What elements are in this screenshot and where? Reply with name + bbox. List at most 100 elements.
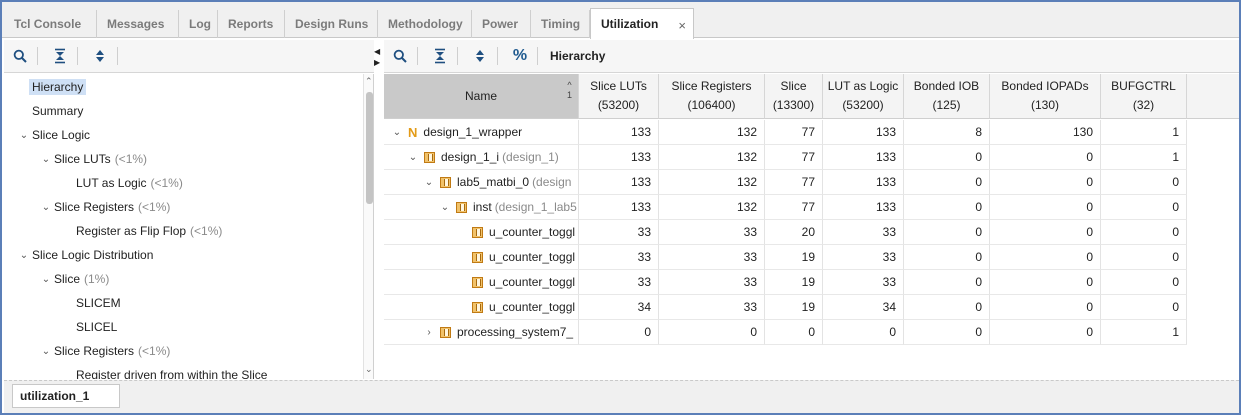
collapse-all-icon[interactable] — [429, 45, 451, 67]
view-label: Hierarchy — [550, 49, 606, 63]
cell-value: 77 — [765, 195, 823, 220]
cell-value: 77 — [765, 145, 823, 170]
instance-name: u_counter_toggl — [489, 275, 576, 289]
scroll-down-icon[interactable]: ⌄ — [365, 364, 373, 375]
tree-item-slicem[interactable]: SLICEM — [76, 292, 121, 314]
cell-name[interactable]: ⌄ lab5_matbi_0 (design — [384, 170, 579, 195]
tree-item-slice-luts[interactable]: ⌄ Slice LUTs (<1%) — [40, 148, 147, 170]
cell-value: 133 — [579, 170, 659, 195]
table-row[interactable]: u_counter_toggl 33 33 20 33 0 0 0 — [384, 220, 1187, 245]
chevron-down-icon[interactable]: ⌄ — [438, 202, 452, 213]
tree-item-slice-registers-2[interactable]: ⌄ Slice Registers (<1%) — [40, 340, 171, 362]
table-row[interactable]: ⌄ inst (design_1_lab5 133 132 77 133 0 0 0 — [384, 195, 1187, 220]
cell-value: 133 — [579, 120, 659, 145]
cell-name[interactable]: u_counter_toggl — [384, 245, 579, 270]
chevron-down-icon[interactable]: ⌄ — [390, 127, 404, 138]
cell-name[interactable]: u_counter_toggl — [384, 220, 579, 245]
chevron-down-icon[interactable]: ⌄ — [422, 177, 436, 188]
tree-item-percent: (<1%) — [138, 200, 171, 214]
tree-item-slicel[interactable]: SLICEL — [76, 316, 117, 338]
tree-item-register-as-flip-flop[interactable]: Register as Flip Flop (<1%) — [76, 220, 222, 242]
column-header-slice-luts[interactable]: Slice LUTs (53200) — [579, 74, 659, 119]
toolbar-divider — [117, 47, 118, 65]
tab-power[interactable]: Power — [472, 10, 531, 38]
tree-scrollbar[interactable]: ⌃ ⌄ — [363, 74, 373, 379]
cell-value: 0 — [904, 195, 990, 220]
tree-item-label: Slice Logic — [32, 128, 91, 142]
tree-item-percent: (<1%) — [150, 176, 183, 190]
chevron-down-icon[interactable]: ⌄ — [18, 130, 30, 141]
tab-timing[interactable]: Timing — [531, 10, 590, 38]
expand-all-icon[interactable] — [89, 45, 111, 67]
tree-item-slice-logic[interactable]: ⌄ Slice Logic — [18, 124, 90, 146]
tab-utilization[interactable]: Utilization × — [590, 8, 694, 39]
cell-name[interactable]: › processing_system7_ — [384, 320, 579, 345]
table-row[interactable]: u_counter_toggl 33 33 19 33 0 0 0 — [384, 270, 1187, 295]
chevron-down-icon[interactable]: ⌄ — [40, 346, 52, 357]
cell-name[interactable]: u_counter_toggl — [384, 270, 579, 295]
cell-value: 0 — [904, 220, 990, 245]
cell-value: 0 — [1101, 245, 1187, 270]
search-icon[interactable] — [389, 45, 411, 67]
tree-item-slice-registers[interactable]: ⌄ Slice Registers (<1%) — [40, 196, 171, 218]
cell-name[interactable]: ⌄ design_1_i (design_1) — [384, 145, 579, 170]
tree-item-slice[interactable]: ⌄ Slice (1%) — [40, 268, 110, 290]
close-icon[interactable]: × — [678, 18, 686, 33]
chevron-down-icon[interactable]: ⌄ — [40, 154, 52, 165]
percent-icon[interactable]: % — [509, 45, 531, 67]
table-row[interactable]: ⌄ Ndesign_1_wrapper 133 132 77 133 8 130 1 — [384, 120, 1187, 145]
cell-name[interactable]: ⌄ inst (design_1_lab5 — [384, 195, 579, 220]
chevron-down-icon[interactable]: ⌄ — [40, 274, 52, 285]
chevron-down-icon[interactable]: ⌄ — [18, 250, 30, 261]
column-capacity: (53200) — [597, 98, 640, 112]
cell-value: 33 — [659, 245, 765, 270]
chevron-down-icon[interactable]: ⌄ — [406, 152, 420, 163]
tab-log[interactable]: Log — [179, 10, 218, 38]
tab-tcl-console[interactable]: Tcl Console — [4, 10, 97, 38]
column-header-lut-as-logic[interactable]: LUT as Logic (53200) — [823, 74, 904, 119]
column-header-name[interactable]: Name ^ 1 — [384, 74, 579, 119]
tab-reports[interactable]: Reports — [218, 10, 285, 38]
column-header-bonded-iopads[interactable]: Bonded IOPADs (130) — [990, 74, 1101, 119]
splitter-arrows-icon[interactable]: ◀ ▶ — [374, 46, 380, 68]
table-row[interactable]: › processing_system7_ 0 0 0 0 0 0 1 — [384, 320, 1187, 345]
table-row[interactable]: ⌄ lab5_matbi_0 (design 133 132 77 133 0 0 0 — [384, 170, 1187, 195]
tab-label: Log — [189, 17, 211, 31]
tab-messages[interactable]: Messages — [97, 10, 179, 38]
scroll-thumb[interactable] — [366, 92, 373, 204]
search-icon[interactable] — [9, 45, 31, 67]
cell-value: 1 — [1101, 120, 1187, 145]
utilization-window: Tcl Console Messages Log Reports Design … — [0, 0, 1241, 415]
table-row[interactable]: u_counter_toggl 33 33 19 33 0 0 0 — [384, 245, 1187, 270]
cell-value: 133 — [823, 195, 904, 220]
tree-item-slice-logic-distribution[interactable]: ⌄ Slice Logic Distribution — [18, 244, 154, 266]
tree-item-register-driven[interactable]: Register driven from within the Slice — [76, 364, 267, 379]
scroll-up-icon[interactable]: ⌃ — [365, 76, 373, 87]
cell-value: 0 — [904, 170, 990, 195]
expand-all-icon[interactable] — [469, 45, 491, 67]
column-header-slice[interactable]: Slice (13300) — [765, 74, 823, 119]
chevron-down-icon[interactable]: ⌄ — [40, 202, 52, 213]
column-capacity: (106400) — [687, 98, 736, 112]
table-row[interactable]: ⌄ design_1_i (design_1) 133 132 77 133 0 0 1 — [384, 145, 1187, 170]
column-capacity: (32) — [1132, 98, 1155, 112]
chevron-right-icon[interactable]: › — [422, 327, 436, 338]
column-header-bufgctrl[interactable]: BUFGCTRL (32) — [1101, 74, 1187, 119]
toolbar-divider — [37, 47, 38, 65]
tree-item-hierarchy[interactable]: Hierarchy — [29, 76, 87, 98]
cell-value: 133 — [823, 145, 904, 170]
tab-design-runs[interactable]: Design Runs — [285, 10, 378, 38]
tree-item-summary[interactable]: Summary — [32, 100, 83, 122]
column-header-bonded-iob[interactable]: Bonded IOB (125) — [904, 74, 990, 119]
table-row[interactable]: u_counter_toggl 34 33 19 34 0 0 0 — [384, 295, 1187, 320]
cell-name[interactable]: ⌄ Ndesign_1_wrapper — [384, 120, 579, 145]
tab-label: Design Runs — [295, 17, 369, 31]
tree-item-lut-as-logic[interactable]: LUT as Logic (<1%) — [76, 172, 183, 194]
tab-methodology[interactable]: Methodology — [378, 10, 472, 38]
column-header-slice-registers[interactable]: Slice Registers (106400) — [659, 74, 765, 119]
column-capacity: (13300) — [772, 98, 815, 112]
sort-ascending-icon[interactable]: ^ 1 — [567, 80, 572, 100]
collapse-all-icon[interactable] — [49, 45, 71, 67]
cell-name[interactable]: u_counter_toggl — [384, 295, 579, 320]
tab-utilization-1[interactable]: utilization_1 — [12, 384, 120, 408]
